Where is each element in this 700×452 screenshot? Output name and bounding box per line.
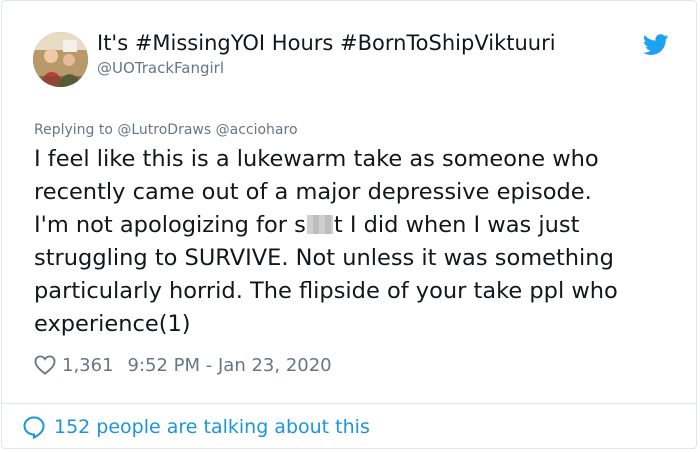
tweet-line: particularly horrid. The flipside of you… (34, 278, 618, 304)
tweet-text: I feel like this is a lukewarm take as s… (34, 143, 684, 341)
twitter-bird-icon[interactable] (643, 34, 669, 56)
user-handle[interactable]: @UOTrackFangirl (97, 59, 224, 77)
conversation-link[interactable]: 152 people are talking about this (22, 414, 370, 440)
tweet-line-part: t I did when I was just (333, 212, 580, 238)
speech-bubble-icon (23, 416, 45, 439)
tweet-line: struggling to SURVIVE. Not unless it was… (34, 245, 614, 271)
tweet-card: It's #MissingYOI Hours #BornToShipViktuu… (1, 0, 697, 449)
divider (1, 403, 696, 404)
tweet-line-part: I'm not apologizing for s (34, 212, 306, 238)
heart-icon[interactable] (34, 355, 56, 375)
replying-to-line[interactable]: Replying to @LutroDraws @accioharo (34, 122, 298, 138)
like-count[interactable]: 1,361 (62, 355, 114, 376)
avatar-photo (33, 32, 88, 87)
display-name[interactable]: It's #MissingYOI Hours #BornToShipViktuu… (97, 31, 556, 55)
tweet-line: recently came out of a major depressive … (34, 179, 592, 205)
timestamp[interactable]: 9:52 PM - Jan 23, 2020 (128, 355, 332, 376)
censor-block (306, 215, 333, 234)
tweet-line: experience(1) (34, 311, 191, 337)
tweet-meta: 1,361 9:52 PM - Jan 23, 2020 (34, 352, 332, 378)
tweet-line: I feel like this is a lukewarm take as s… (34, 146, 599, 172)
tweet-line: I'm not apologizing for s t I did when I … (34, 209, 684, 242)
avatar[interactable] (33, 32, 88, 87)
conversation-count-text: 152 people are talking about this (54, 416, 370, 438)
